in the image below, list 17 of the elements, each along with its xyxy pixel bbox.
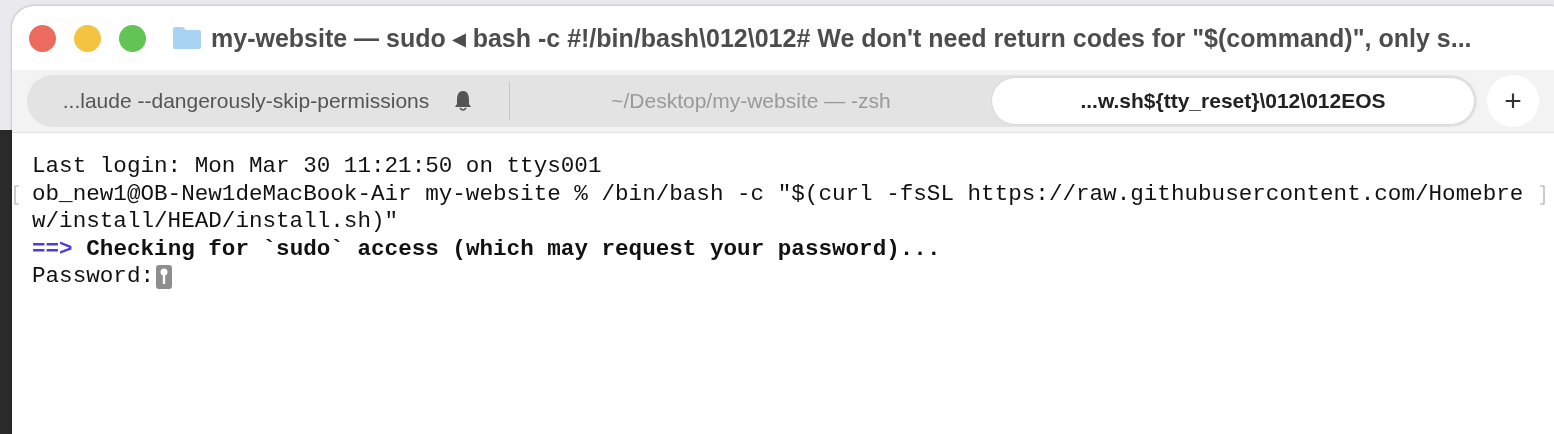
- arrow-marker: ==>: [32, 235, 73, 263]
- folder-icon: [172, 26, 202, 50]
- prompt-mark-icon: [14, 184, 20, 205]
- password-prompt: Password:: [32, 263, 155, 291]
- minimize-button[interactable]: [74, 24, 101, 52]
- prompt-mark-icon: [1539, 184, 1545, 205]
- window-title: my-website — sudo ◂ bash -c #!/bin/bash\012\012# We don't need return codes for "$(command)", only s...: [211, 23, 1472, 53]
- tab[interactable]: ...w.sh${tty_reset}\012\012EOS: [992, 78, 1474, 124]
- zoom-button[interactable]: [119, 24, 146, 52]
- key-icon: [156, 264, 173, 289]
- terminal-line: Last login: Mon Mar 30 11:21:50 on ttys001: [32, 153, 602, 181]
- terminal-line: w/install/HEAD/install.sh)": [32, 208, 399, 236]
- terminal-line: Checking for `sudo` access (which may request your password)...: [86, 235, 941, 263]
- new-tab-button[interactable]: +: [1487, 75, 1539, 127]
- terminal-line: ob_new1@OB-New1deMacBook-Air my-website % /bin/bash -c "$(curl -fsSL https://raw.githubusercontent.com/Homebre: [32, 180, 1524, 208]
- close-button[interactable]: [29, 24, 56, 52]
- tab[interactable]: ...laude --dangerously-skip-permissions: [27, 78, 509, 124]
